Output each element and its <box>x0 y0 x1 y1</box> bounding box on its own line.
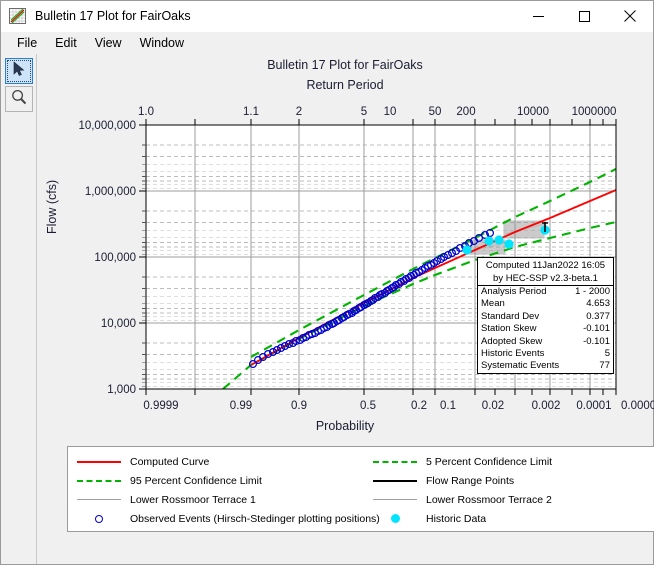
info-value: 0.377 <box>586 310 610 322</box>
chart-legend: Computed Curve 5 Percent Confidence Limi… <box>67 446 654 532</box>
legend-item-computed-curve[interactable]: Computed Curve <box>68 452 364 471</box>
legend-key-gray-line <box>364 499 426 500</box>
info-row-standard-dev: Standard Dev 0.377 <box>478 311 613 323</box>
legend-item-historic-data[interactable]: Historic Data <box>364 509 654 528</box>
statistics-info-box: Computed 11Jan2022 16:05 by HEC-SSP v2.3… <box>477 257 614 374</box>
info-version-line: by HEC-SSP v2.3-beta.1 <box>493 272 598 284</box>
y-tick-label-4: 10,000,000 <box>78 120 136 132</box>
info-value: -0.101 <box>583 323 610 335</box>
legend-item-lower-rossmoor-terrace-1[interactable]: Lower Rossmoor Terrace 1 <box>68 490 364 509</box>
legend-label: Flow Range Points <box>426 474 515 487</box>
info-label: Station Skew <box>481 323 537 335</box>
info-value: -0.101 <box>583 335 610 347</box>
magnifier-icon <box>11 89 27 110</box>
menu-item-view[interactable]: View <box>86 34 131 53</box>
legend-label: Lower Rossmoor Terrace 1 <box>130 493 256 506</box>
top-tick-label-2: 2 <box>296 106 302 118</box>
application-window: Bulletin 17 Plot for FairOaks File Edit … <box>0 0 654 565</box>
bottom-tick-label-5: 0.1 <box>440 400 456 412</box>
legend-label: Observed Events (Hirsch-Stedinger plotti… <box>130 512 380 525</box>
legend-key-green-dash <box>364 460 426 463</box>
legend-label: Lower Rossmoor Terrace 2 <box>426 493 552 506</box>
legend-label: Computed Curve <box>130 455 210 468</box>
info-label: Historic Events <box>481 348 545 360</box>
top-tick-label-5: 50 <box>429 106 442 118</box>
legend-key-red-line <box>68 460 130 463</box>
minimize-button[interactable] <box>515 1 561 32</box>
y-tick-label-2: 100,000 <box>94 252 136 264</box>
top-tick-label-4: 10 <box>384 106 397 118</box>
legend-key-cyan-dot <box>364 514 426 523</box>
info-row-historic-events: Historic Events 5 <box>478 348 613 360</box>
info-value: 1 - 2000 <box>575 286 610 297</box>
menu-item-edit[interactable]: Edit <box>46 34 86 53</box>
bottom-tick-label-0: 0.9999 <box>143 400 178 412</box>
bottom-tick-label-6: 0.02 <box>482 400 504 412</box>
legend-item-95-percent-confidence-limit[interactable]: 95 Percent Confidence Limit <box>68 471 364 490</box>
window-controls <box>515 1 653 32</box>
info-computed-line: Computed 11Jan2022 16:05 <box>485 260 606 271</box>
top-tick-label-7: 10000 <box>517 106 549 118</box>
legend-key-green-dash <box>68 479 130 482</box>
zoom-tool-button[interactable] <box>4 86 33 112</box>
y-tick-label-1: 10,000 <box>101 318 136 330</box>
menu-item-window[interactable]: Window <box>131 34 193 53</box>
plot-pane: Bulletin 17 Plot for FairOaks Return Per… <box>37 54 654 564</box>
info-row-station-skew: Station Skew -0.101 <box>478 323 613 335</box>
bottom-tick-label-9: 0.000001 <box>621 400 654 412</box>
top-tick-label-6: 200 <box>456 106 475 118</box>
y-tick-label-0: 1,000 <box>107 384 136 396</box>
top-tick-label-3: 5 <box>361 106 367 118</box>
info-value: 4.653 <box>586 298 610 310</box>
menu-item-file[interactable]: File <box>8 34 46 53</box>
top-tick-label-1: 1.1 <box>243 106 259 118</box>
y-tick-label-3: 1,000,000 <box>85 186 136 198</box>
tool-palette <box>1 54 37 564</box>
legend-key-gray-line <box>68 499 130 500</box>
legend-item-lower-rossmoor-terrace-2[interactable]: Lower Rossmoor Terrace 2 <box>364 490 654 509</box>
legend-key-blue-circle <box>68 514 130 523</box>
legend-label: 95 Percent Confidence Limit <box>130 474 262 487</box>
menu-bar: File Edit View Window <box>1 32 653 54</box>
main-body: Bulletin 17 Plot for FairOaks Return Per… <box>1 54 654 564</box>
bottom-tick-label-1: 0.99 <box>230 400 252 412</box>
select-tool-button[interactable] <box>4 58 33 84</box>
top-tick-label-8: 1000000 <box>572 106 617 118</box>
info-label: Systematic Events <box>481 360 560 372</box>
legend-item-observed-events[interactable]: Observed Events (Hirsch-Stedinger plotti… <box>68 509 380 528</box>
info-row-systematic-events: Systematic Events 77 <box>478 360 613 372</box>
info-row-adopted-skew: Adopted Skew -0.101 <box>478 336 613 348</box>
info-row-mean: Mean 4.653 <box>478 298 613 310</box>
probability-plot[interactable]: 1.0 1.1 2 5 10 50 200 10000 1000000 0.99… <box>37 54 654 444</box>
info-label: Analysis Period <box>481 286 547 297</box>
maximize-button[interactable] <box>561 1 607 32</box>
window-title: Bulletin 17 Plot for FairOaks <box>35 9 191 23</box>
bottom-tick-label-2: 0.9 <box>291 400 307 412</box>
legend-label: 5 Percent Confidence Limit <box>426 455 553 468</box>
info-value: 77 <box>599 360 610 372</box>
info-label: Adopted Skew <box>481 335 543 347</box>
close-button[interactable] <box>607 1 653 32</box>
legend-label: Historic Data <box>426 512 487 525</box>
arrow-cursor-icon <box>12 60 26 82</box>
legend-key-black-line <box>364 479 426 482</box>
info-label: Mean <box>481 298 505 310</box>
legend-item-5-percent-confidence-limit[interactable]: 5 Percent Confidence Limit <box>364 452 654 471</box>
bottom-tick-label-3: 0.5 <box>360 400 376 412</box>
top-tick-label-0: 1.0 <box>138 106 154 118</box>
chart-icon <box>9 8 26 24</box>
bottom-tick-label-4: 0.2 <box>411 400 427 412</box>
legend-item-flow-range-points[interactable]: Flow Range Points <box>364 471 654 490</box>
title-bar: Bulletin 17 Plot for FairOaks <box>1 1 653 32</box>
bottom-tick-label-7: 0.002 <box>532 400 561 412</box>
info-row-analysis-period: Analysis Period 1 - 2000 <box>478 286 613 298</box>
info-label: Standard Dev <box>481 310 540 322</box>
info-value: 5 <box>604 348 610 360</box>
bottom-tick-label-8: 0.0001 <box>576 400 611 412</box>
